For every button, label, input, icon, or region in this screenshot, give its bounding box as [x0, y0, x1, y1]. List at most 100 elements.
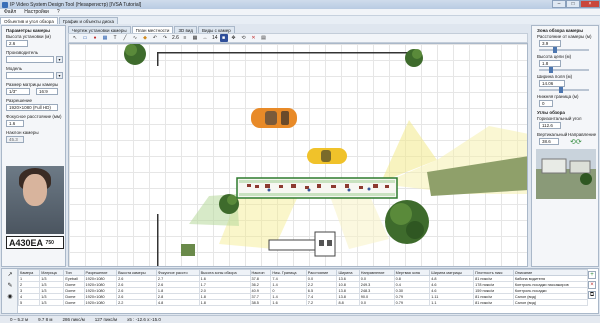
table-cell: 81 пикс/м — [473, 299, 514, 306]
tilt-field[interactable]: 45.3 — [6, 136, 24, 143]
curve-tool-icon[interactable]: ∿ — [131, 34, 139, 42]
vendor-select[interactable] — [6, 56, 54, 63]
measure-icon[interactable]: ↔ — [201, 34, 209, 42]
table-cell: 8.8 — [336, 299, 360, 306]
rotate-icon[interactable]: ⟲ — [240, 34, 248, 42]
focal-field[interactable]: 1.6 — [6, 120, 24, 127]
text-tool-icon[interactable]: T — [111, 34, 119, 42]
resolution-select[interactable]: 1920×1080 (Full HD) — [6, 104, 58, 111]
table-cell: 38.5 — [249, 299, 272, 306]
section-title: Параметры камеры — [6, 28, 50, 33]
align-icon[interactable]: ≡ — [181, 34, 189, 42]
height-field[interactable]: 2.6 — [6, 40, 28, 47]
target-height-label: Высота цели (м) — [537, 54, 572, 59]
target-height-slider[interactable] — [539, 67, 589, 73]
bottom-bound-field[interactable]: 0 — [539, 100, 553, 107]
move-icon[interactable]: ✥ — [230, 34, 238, 42]
menu-help[interactable]: ? — [57, 9, 60, 15]
table-cell: Салон (вид) — [512, 299, 589, 306]
table-camera-icon[interactable]: ◉ — [5, 293, 15, 302]
bottom-bound-label: Нижняя граница (м) — [537, 94, 579, 99]
table-edit-icon[interactable]: ✎ — [5, 282, 15, 291]
undo-icon[interactable]: ↶ — [151, 34, 159, 42]
app-icon — [2, 1, 8, 8]
table-cell: 0.0 — [358, 299, 395, 306]
horizontal-angle-field[interactable]: 112.6 — [539, 122, 561, 129]
target-height-field[interactable]: 1.8 — [539, 60, 561, 67]
delete-icon[interactable]: ✕ — [250, 34, 258, 42]
focal-label: Фокусное расстояние (мм) — [6, 114, 62, 119]
plate-text: А430ЕА — [9, 238, 44, 248]
table-cell: 0.79 — [393, 299, 431, 306]
add-row-icon[interactable]: + — [588, 271, 596, 279]
width-slider[interactable] — [539, 87, 589, 93]
width-value[interactable]: 14 — [212, 35, 218, 41]
sensor-select[interactable]: 1/3" — [6, 88, 30, 95]
distance-field[interactable]: 3.9 — [539, 40, 561, 47]
vendor-dropdown-button[interactable]: ▾ — [56, 56, 63, 63]
height-label: Высота установки (м) — [6, 34, 51, 39]
select-tool-icon[interactable]: ↖ — [71, 34, 79, 42]
drawing-toolbar: ↖ ▭ ● ▦ T ╱ ∿ ◆ ↶ ↷ 2.6 ≡ ▦ ↔ 14 ■ ✥ ⟲ ✕… — [68, 33, 528, 43]
minimize-button[interactable]: – — [552, 0, 566, 8]
rect-tool-icon[interactable]: ▭ — [81, 34, 89, 42]
main-tabs: Объектив и угол обзора График и объекты … — [0, 16, 600, 24]
aspect-select[interactable]: 16:9 — [36, 88, 58, 95]
width-field[interactable]: 14.06 — [539, 80, 565, 87]
table-row[interactable]: 5 1/3 Dome 1920×1080 2.2 4.8 1.8 38.5 1.6 7.2 8.8 0… — [17, 299, 589, 306]
camera-view-preview — [536, 149, 596, 199]
table-cell: 4.8 — [155, 299, 200, 306]
window-title: IP Video System Design Tool (Незарегистр… — [10, 1, 142, 8]
zone-section-title: Зона обзора камеры — [537, 28, 584, 33]
tab-3d-view[interactable]: 3D вид — [174, 26, 197, 33]
grid-icon[interactable]: ▦ — [191, 34, 199, 42]
table-cell: 7.2 — [305, 299, 338, 306]
table-cell: 1.6 — [270, 299, 307, 306]
face-shape — [23, 174, 47, 206]
site-plan-canvas[interactable] — [68, 43, 528, 267]
maximize-button[interactable]: □ — [566, 0, 580, 8]
status-density-2: 127 пикс/м — [94, 317, 118, 322]
model-dropdown-button[interactable]: ▾ — [56, 72, 63, 79]
bus-top-row — [239, 180, 395, 183]
status-distance: 9.7 8 м — [38, 317, 53, 322]
fill-color-icon[interactable]: ■ — [219, 34, 228, 42]
cameras-table: Камера Матрица Тип Разрешение Высота камеры Ф… — [17, 269, 589, 306]
tab-lens[interactable]: Объектив и угол обзора — [0, 17, 58, 24]
tab-site-plan[interactable]: План местности — [131, 26, 174, 33]
model-select[interactable] — [6, 72, 54, 79]
layers-icon[interactable]: ▤ — [260, 34, 268, 42]
line-tool-icon[interactable]: ╱ — [121, 34, 129, 42]
table-cell: 1/3 — [39, 299, 65, 306]
copy-row-icon[interactable]: ⧉ — [588, 291, 596, 299]
distance-slider[interactable] — [539, 47, 589, 53]
tab-charts[interactable]: График и объекты диска — [58, 17, 118, 24]
color-tool-icon[interactable]: ◆ — [141, 34, 149, 42]
bus-bottom-row — [239, 193, 395, 196]
bush-bottom-left — [181, 244, 195, 256]
horizontal-angle-label: Горизонтальный угол — [537, 116, 582, 121]
table-select-icon[interactable]: ↗ — [5, 271, 15, 280]
tab-install-drawing[interactable]: Чертеж установки камеры — [68, 26, 131, 33]
camera-tool-icon[interactable]: ● — [91, 34, 99, 42]
wall-tool-icon[interactable]: ▦ — [101, 34, 109, 42]
fence-top — [157, 52, 409, 54]
rotate-direction-icon[interactable]: ⟲⟳ — [570, 138, 582, 146]
sensor-label: Размер матрицы камеры — [6, 82, 59, 87]
status-density-1: 286 пикс/м — [62, 317, 85, 322]
delete-row-icon[interactable]: × — [588, 281, 596, 289]
title-bar: IP Video System Design Tool (Незарегистр… — [0, 0, 600, 9]
tab-camera-views[interactable]: Виды с камер — [197, 26, 235, 33]
camera-preview-face — [6, 166, 64, 234]
close-button[interactable]: × — [580, 0, 600, 8]
vertical-angle-field[interactable]: 38.6 — [539, 138, 559, 145]
zoom-value[interactable]: 2.6 — [172, 35, 179, 41]
model-label: Модель — [6, 66, 23, 71]
distance-label: Расстояние от камеры (м) — [537, 34, 592, 39]
plan-drawing[interactable] — [69, 44, 528, 267]
menu-file[interactable]: Файл — [4, 9, 16, 15]
status-coords: x5 : -12.6 x:-15.0 — [127, 317, 161, 322]
camera-parameters-panel: Параметры камеры Высота установки (м) 2.… — [1, 25, 66, 267]
menu-settings[interactable]: Настройки — [24, 9, 49, 15]
redo-icon[interactable]: ↷ — [161, 34, 169, 42]
